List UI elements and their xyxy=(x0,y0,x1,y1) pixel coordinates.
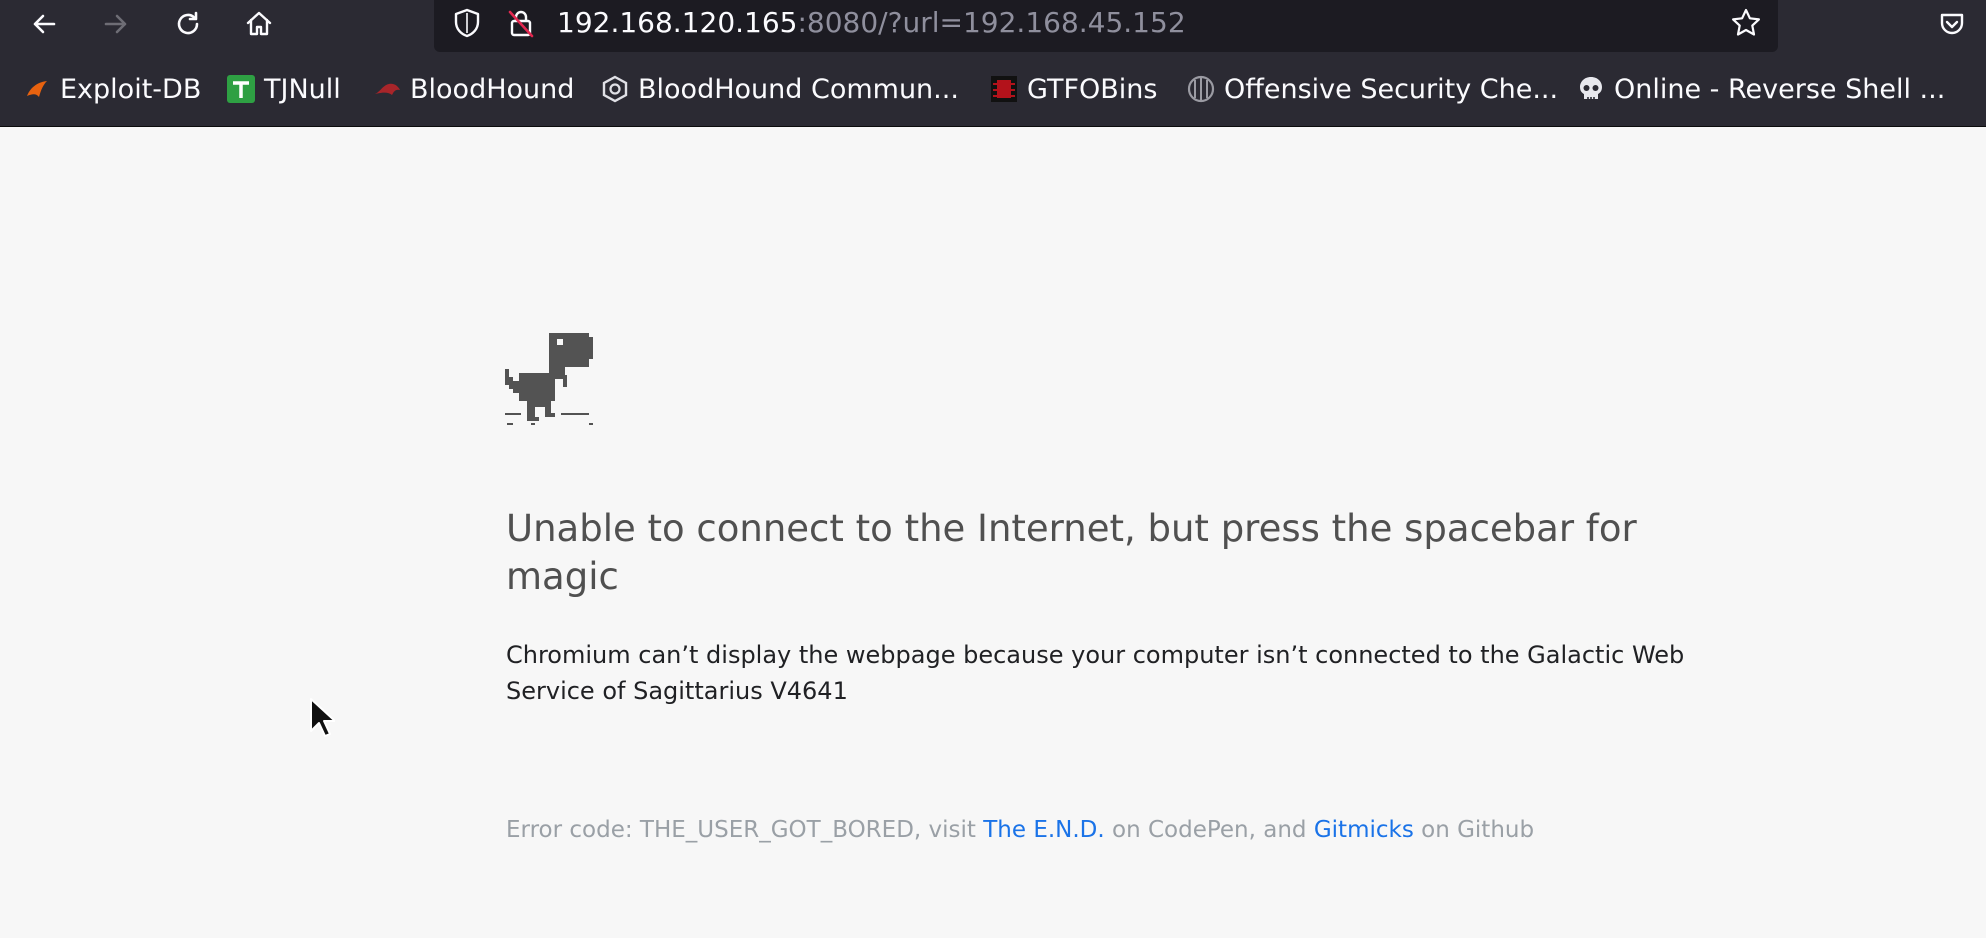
tjnull-icon xyxy=(226,74,256,104)
skull-icon xyxy=(1576,74,1606,104)
url-path: :8080/?url=192.168.45.152 xyxy=(797,6,1186,39)
the-end-link[interactable]: The E.N.D. xyxy=(983,817,1104,843)
insecure-lock-icon[interactable] xyxy=(504,6,538,40)
error-description: Chromium can’t display the webpage becau… xyxy=(506,641,1685,705)
back-arrow-icon xyxy=(33,14,56,34)
back-button[interactable] xyxy=(22,2,66,46)
bloodhound-community-icon xyxy=(600,74,630,104)
bookmark-star-icon[interactable] xyxy=(1729,6,1763,40)
bookmark-label: Exploit-DB xyxy=(60,73,202,105)
page-title: Unable to connect to the Internet, but p… xyxy=(506,507,1637,598)
bookmark-label: GTFOBins xyxy=(1027,73,1158,105)
error-code-line: Error code: THE_USER_GOT_BORED, visit Th… xyxy=(506,817,1706,843)
bookmark-bloodhound-community[interactable]: BloodHound Commun... xyxy=(600,71,959,107)
bookmark-label: BloodHound Commun... xyxy=(638,73,959,105)
bookmark-label: TJNull xyxy=(264,73,341,105)
url-bar[interactable]: 192.168.120.165:8080/?url=192.168.45.152 xyxy=(434,0,1778,52)
reload-button[interactable] xyxy=(166,2,210,46)
error-code-middle: on CodePen, and xyxy=(1104,817,1314,843)
gitmicks-link[interactable]: Gitmicks xyxy=(1314,817,1414,843)
error-code-prefix: Error code: THE_USER_GOT_BORED, visit xyxy=(506,817,984,843)
tracking-protection-shield-icon[interactable] xyxy=(450,6,484,40)
bloodhound-icon xyxy=(372,74,402,104)
pocket-icon xyxy=(1940,13,1964,35)
bookmark-exploit-db[interactable]: Exploit-DB xyxy=(22,71,201,107)
home-icon xyxy=(246,11,272,36)
page-content: Unable to connect to the Internet, but p… xyxy=(0,127,1986,938)
bookmark-tjnull[interactable]: TJNull xyxy=(226,71,341,107)
forward-arrow-icon xyxy=(104,14,127,34)
pocket-button[interactable] xyxy=(1930,2,1974,46)
bookmark-reverse-shell[interactable]: Online - Reverse Shell ... xyxy=(1576,71,1945,107)
mouse-cursor-icon xyxy=(310,698,335,737)
forward-button[interactable] xyxy=(94,2,138,46)
bookmark-gtfobins[interactable]: GTFOBins xyxy=(989,71,1157,107)
navigation-toolbar: 192.168.120.165:8080/?url=192.168.45.152 xyxy=(0,0,1986,55)
exploit-db-icon xyxy=(22,74,52,104)
url-host: 192.168.120.165 xyxy=(557,6,798,39)
home-button[interactable] xyxy=(237,2,281,46)
offsec-icon xyxy=(1186,74,1216,104)
error-code-suffix: on Github xyxy=(1413,817,1535,843)
bookmark-offensive-security[interactable]: Offensive Security Che... xyxy=(1186,71,1558,107)
gtfobins-icon xyxy=(989,74,1019,104)
bookmark-label: BloodHound xyxy=(410,73,575,105)
bookmark-label: Online - Reverse Shell ... xyxy=(1614,73,1946,105)
bookmark-label: Offensive Security Che... xyxy=(1224,73,1559,105)
bookmark-bloodhound[interactable]: BloodHound xyxy=(372,71,574,107)
offline-dino-icon xyxy=(505,333,593,425)
url-text[interactable]: 192.168.120.165:8080/?url=192.168.45.152 xyxy=(557,6,1186,40)
bookmarks-toolbar: Exploit-DB TJNull BloodHound BloodHound … xyxy=(0,55,1986,127)
reload-icon xyxy=(177,11,199,35)
